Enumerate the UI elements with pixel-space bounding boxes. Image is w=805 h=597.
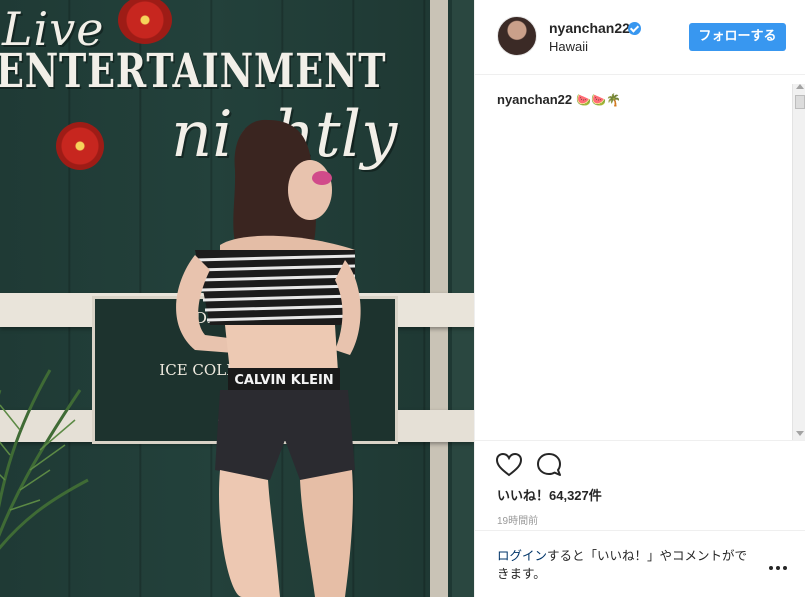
post-timestamp[interactable]: 19時間前 (497, 512, 538, 527)
location-link[interactable]: Hawaii (549, 39, 588, 54)
post-photo[interactable]: Live ENTERTAINMENT nightly DAYTIME D ICE… (0, 0, 474, 597)
verified-badge-icon (628, 22, 641, 35)
like-count[interactable]: いいね！64,327件 (497, 485, 602, 504)
heart-icon[interactable] (495, 451, 523, 479)
comments-section: nyanchan22 🍉🍉🌴 (475, 76, 805, 440)
post-actions (475, 440, 805, 480)
comments-scrollbar[interactable] (792, 84, 805, 440)
login-prompt: ログインすると「いいね！」やコメントができます。 (475, 530, 805, 597)
login-link[interactable]: ログイン (497, 549, 547, 563)
caption-text: 🍉🍉🌴 (576, 93, 621, 107)
scroll-down-arrow-icon[interactable] (796, 431, 804, 436)
person-figure: CALVIN KLEIN (176, 119, 361, 597)
waistband-text: CALVIN KLEIN (234, 373, 333, 388)
username-link[interactable]: nyanchan22 (549, 20, 630, 36)
login-prompt-text: ログインすると「いいね！」やコメントができます。 (497, 547, 757, 583)
hibiscus-decoration (56, 122, 104, 170)
sign-entertainment-text: ENTERTAINMENT (0, 44, 387, 99)
palm-leaves (0, 369, 89, 550)
avatar[interactable] (497, 16, 537, 56)
scroll-up-arrow-icon[interactable] (796, 84, 804, 89)
follow-button[interactable]: フォローする (689, 23, 786, 51)
caption: nyanchan22 🍉🍉🌴 (497, 92, 621, 107)
scroll-thumb[interactable] (795, 95, 805, 109)
more-options-icon[interactable] (769, 563, 789, 573)
comment-icon[interactable] (535, 451, 563, 479)
post-header: nyanchan22 Hawaii フォローする (475, 0, 805, 75)
caption-username[interactable]: nyanchan22 (497, 92, 572, 107)
post-side-panel: nyanchan22 Hawaii フォローする nyanchan22 🍉🍉🌴 い… (474, 0, 805, 597)
